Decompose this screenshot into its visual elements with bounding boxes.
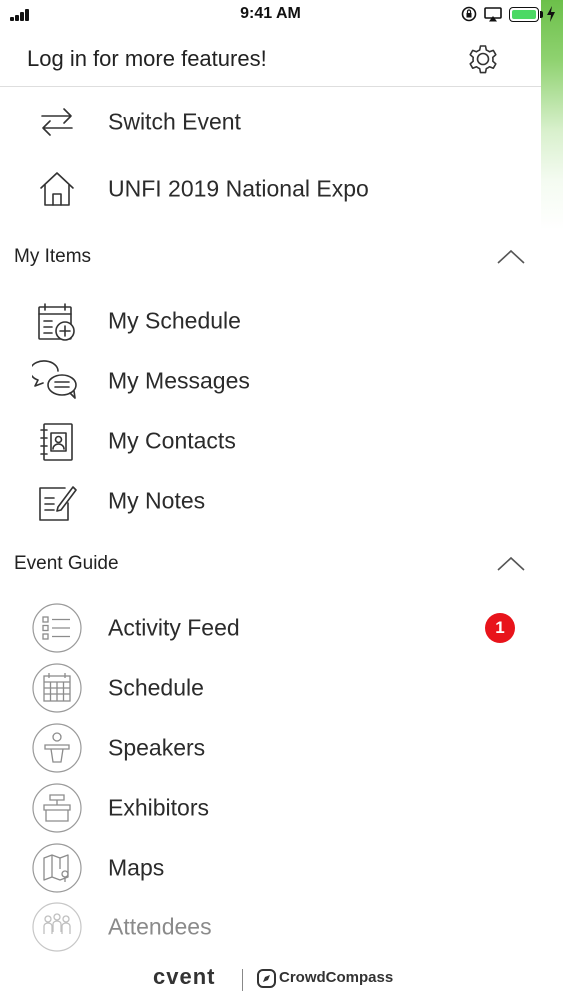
my-items-header[interactable]: My Items: [0, 237, 541, 277]
footer-branding: cvent CrowdCompass: [0, 960, 541, 996]
my-schedule-item[interactable]: My Schedule: [0, 291, 541, 351]
chevron-up-icon[interactable]: [496, 556, 526, 572]
notification-badge: 1: [485, 613, 515, 643]
drawer-header: Log in for more features!: [0, 30, 541, 87]
speakers-item[interactable]: Speakers: [0, 718, 541, 778]
crowdcompass-logo-icon: [257, 969, 276, 988]
event-name-label: UNFI 2019 National Expo: [108, 175, 369, 202]
calendar-icon: [32, 663, 82, 713]
event-guide-header[interactable]: Event Guide: [0, 544, 541, 584]
my-messages-item[interactable]: My Messages: [0, 351, 541, 411]
calendar-add-icon: [38, 303, 75, 341]
gear-icon[interactable]: [464, 40, 502, 78]
activity-feed-item[interactable]: Activity Feed 1: [0, 598, 541, 658]
attendees-item[interactable]: Attendees: [0, 897, 541, 957]
my-items-title: My Items: [14, 246, 92, 267]
event-guide-title: Event Guide: [14, 553, 119, 574]
speakers-label: Speakers: [108, 734, 206, 761]
attendees-label: Attendees: [108, 913, 212, 940]
exhibitors-item[interactable]: Exhibitors: [0, 778, 541, 838]
my-notes-label: My Notes: [108, 487, 206, 514]
footer-divider: [242, 969, 243, 991]
charging-icon: [547, 6, 555, 22]
cvent-logo: cvent: [153, 964, 216, 989]
schedule-item[interactable]: Schedule: [0, 658, 541, 718]
status-time: 9:41 AM: [240, 5, 301, 22]
switch-event-label: Switch Event: [108, 108, 241, 135]
address-book-icon: [40, 423, 73, 461]
speaker-podium-icon: [32, 723, 82, 773]
switch-event-item[interactable]: Switch Event: [0, 92, 541, 152]
login-prompt[interactable]: Log in for more features!: [27, 46, 267, 72]
event-home-item[interactable]: UNFI 2019 National Expo: [0, 159, 541, 219]
my-notes-item[interactable]: My Notes: [0, 471, 541, 531]
chevron-up-icon[interactable]: [496, 249, 526, 265]
maps-item[interactable]: Maps: [0, 838, 541, 898]
activity-feed-label: Activity Feed: [108, 614, 240, 641]
home-icon: [40, 172, 74, 206]
airplay-icon: [484, 7, 502, 22]
status-bar: 9:41 AM: [0, 0, 563, 30]
schedule-label: Schedule: [108, 674, 204, 701]
exhibitor-booth-icon: [32, 783, 82, 833]
activity-list-icon: [32, 603, 82, 653]
my-contacts-label: My Contacts: [108, 427, 236, 454]
battery-tip: [540, 11, 543, 18]
map-icon: [32, 843, 82, 893]
my-messages-label: My Messages: [108, 367, 250, 394]
switch-arrows-icon: [41, 108, 73, 136]
maps-label: Maps: [108, 854, 165, 881]
my-schedule-label: My Schedule: [108, 307, 241, 334]
my-contacts-item[interactable]: My Contacts: [0, 411, 541, 471]
orientation-lock-icon: [461, 6, 477, 22]
crowdcompass-logo: CrowdCompass: [279, 969, 394, 986]
people-icon: [32, 902, 82, 952]
notepad-icon: [39, 486, 77, 521]
background-app-edge[interactable]: [541, 0, 563, 1000]
chat-bubbles-icon: [32, 360, 77, 399]
battery-icon: [509, 7, 539, 22]
navigation-drawer: 9:41 AM Log in for more features! Switch…: [0, 0, 555, 1000]
exhibitors-label: Exhibitors: [108, 794, 209, 821]
